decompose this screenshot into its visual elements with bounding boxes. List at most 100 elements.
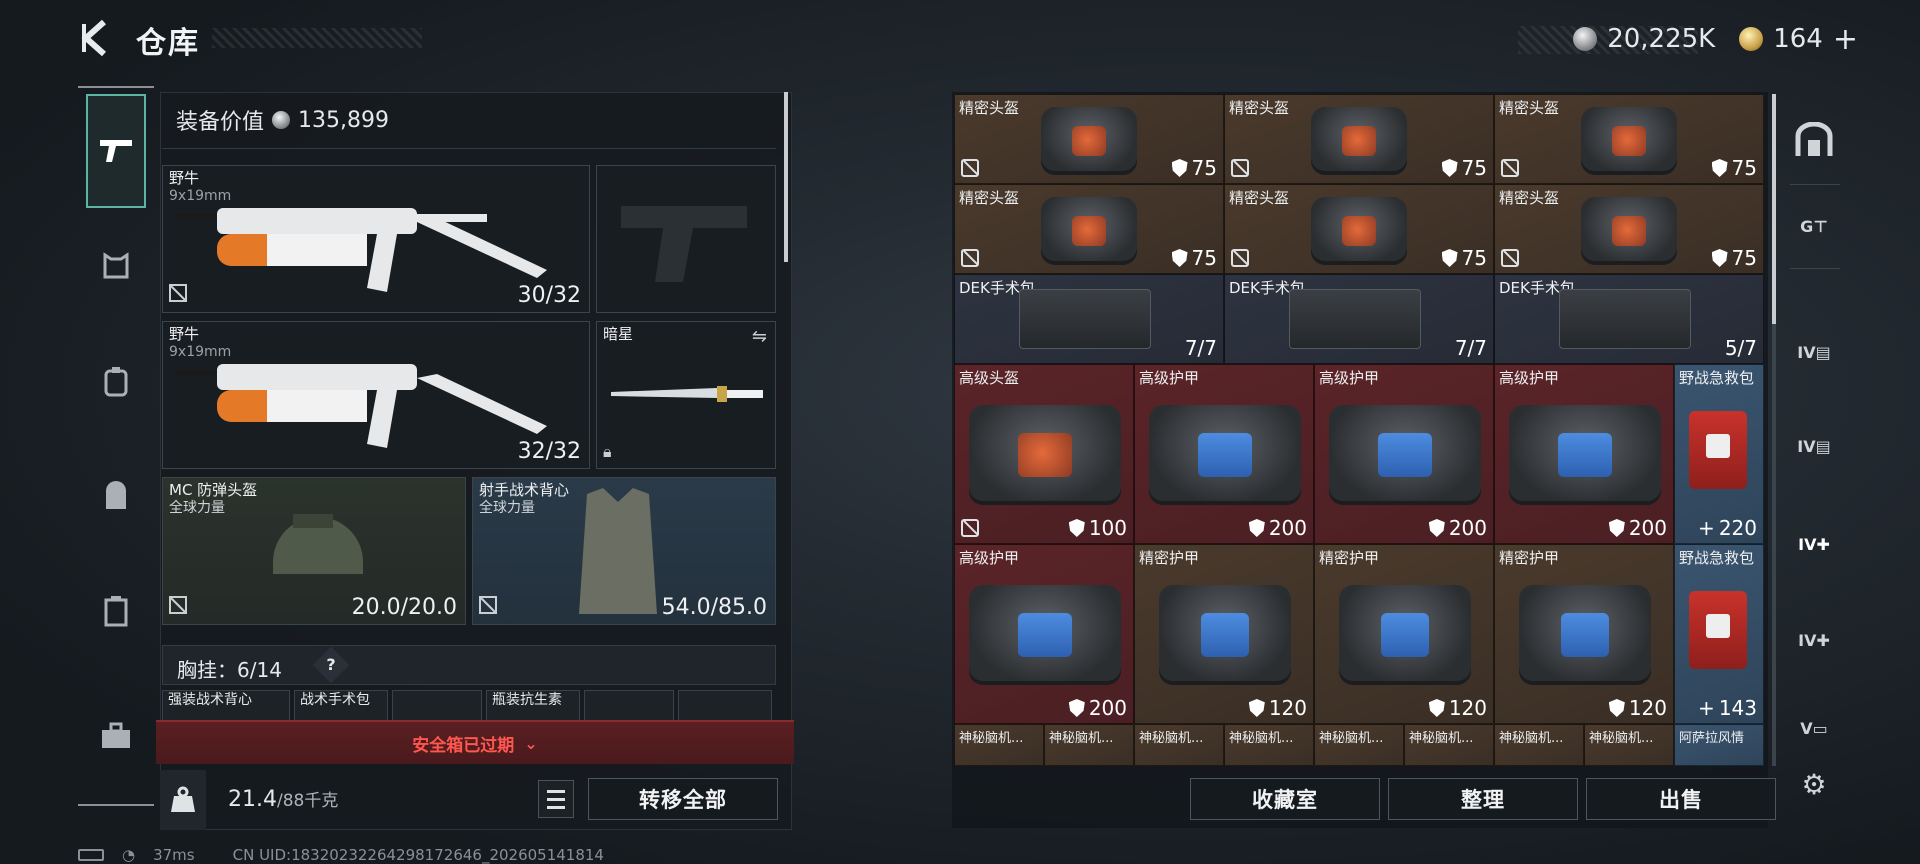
silver-amount: 20,225K — [1607, 24, 1716, 54]
stash-filter-nav: G⊤ IV▤ IV▤ IV✚ IV✚ V▭ ⚙ — [1780, 92, 1848, 832]
v-filter[interactable]: V▭ — [1790, 704, 1838, 752]
collection-room-button[interactable]: 收藏室 — [1190, 778, 1380, 820]
stash-item[interactable]: 神秘脑机... — [1224, 724, 1314, 766]
case-filter-2[interactable]: IV▤ — [1790, 422, 1838, 470]
stash-item[interactable]: 精密护甲 120 — [1134, 544, 1314, 724]
chest-slot-4[interactable]: 瓶装抗生素 — [486, 690, 580, 722]
armor-case-icon — [1329, 405, 1481, 505]
equipment-value: 装备价值 135,899 — [176, 104, 389, 136]
stash-item[interactable]: 精密头盔 75 — [1224, 94, 1494, 184]
safe-box-expired-bar[interactable]: 安全箱已过期 ⌄ — [156, 720, 794, 764]
equipment-scrollbar[interactable] — [784, 92, 788, 262]
vest-slot[interactable]: 射手战术背心 全球力量 54.0/85.0 — [472, 477, 776, 625]
gear-icon: ⚙ — [1801, 767, 1827, 801]
stash-item[interactable]: 神秘脑机... — [1134, 724, 1224, 766]
shield-icon — [1711, 249, 1728, 267]
gold-amount: 164 — [1773, 24, 1823, 54]
stash-item[interactable]: 神秘脑机... — [1494, 724, 1584, 766]
stash-item[interactable]: 神秘脑机... — [1314, 724, 1404, 766]
sell-button[interactable]: 出售 — [1586, 778, 1776, 820]
chest-slot-2[interactable]: 战术手术包 — [294, 690, 388, 722]
melee-slot[interactable]: 暗星 ⇋ 🔒︎ — [596, 321, 776, 469]
armor-case-icon — [1509, 405, 1661, 505]
stash-item[interactable]: 高级护甲 200 — [1494, 364, 1674, 544]
bizon-smg-icon — [177, 364, 547, 448]
stash-item[interactable]: 精密护甲 120 — [1494, 544, 1674, 724]
helmet-case-icon — [1041, 107, 1137, 175]
transfer-all-button[interactable]: 转移全部 — [588, 778, 778, 820]
help-button[interactable]: ? — [312, 646, 350, 684]
vest-durability: 54.0/85.0 — [661, 595, 767, 620]
stash-item[interactable]: 精密头盔 75 — [1224, 184, 1494, 274]
stash-item[interactable]: 精密护甲 120 — [1314, 544, 1494, 724]
safe-box-status: 安全箱已过期 — [412, 735, 515, 756]
helmet-case-icon — [1041, 197, 1137, 265]
stash-item[interactable]: 高级护甲 200 — [954, 544, 1134, 724]
nav-divider — [1790, 268, 1840, 269]
helmet-case-icon — [1581, 107, 1677, 175]
settings-button[interactable]: ⚙ — [1790, 760, 1838, 808]
stash-item[interactable]: 野战急救包 +220 — [1674, 364, 1764, 544]
primary-weapon-slot-1[interactable]: 野牛 9x19mm 30/32 — [162, 165, 590, 313]
stash-item[interactable]: 精密头盔 75 — [954, 184, 1224, 274]
pistol-silhouette-icon — [621, 206, 747, 282]
primary-weapon-slot-2[interactable]: 野牛 9x19mm 32/32 — [162, 321, 590, 469]
no-insure-icon — [479, 596, 497, 618]
stash-scrollbar[interactable] — [1772, 94, 1776, 766]
IV-case-icon: IV▤ — [1797, 342, 1831, 362]
nav-armor[interactable] — [86, 236, 146, 296]
IV-medkit-icon: IV✚ — [1798, 534, 1830, 554]
nav-backpack-rig[interactable] — [86, 351, 146, 411]
stash-item[interactable]: DEK手术包 5/7 — [1494, 274, 1764, 364]
nav-firearm[interactable] — [86, 94, 146, 208]
shield-icon — [1248, 519, 1265, 537]
swap-icon[interactable]: ⇋ — [752, 326, 767, 347]
stash-item[interactable]: 高级护甲 200 — [1314, 364, 1494, 544]
stash-grid: 精密头盔 75 精密头盔 75 精密头盔 75 精密头盔 75 精密头盔 75 … — [954, 94, 1766, 766]
stash-item[interactable]: 神秘脑机... — [1044, 724, 1134, 766]
nav-toolbox[interactable] — [86, 706, 146, 766]
no-insure-icon — [1501, 249, 1519, 267]
nav-case[interactable] — [86, 581, 146, 641]
surgery-kit-icon — [1559, 289, 1691, 349]
carry-weight: 21.4/88千克 — [228, 787, 339, 812]
pistol-slot[interactable] — [596, 165, 776, 313]
stash-item[interactable]: 神秘脑机... — [1404, 724, 1494, 766]
equipment-value-label: 装备价值 — [176, 110, 265, 135]
IV-medkit-icon: IV✚ — [1798, 630, 1830, 650]
stash-item[interactable]: DEK手术包 7/7 — [1224, 274, 1494, 364]
armor-plate-filter[interactable] — [1790, 116, 1838, 164]
ping: 37ms — [153, 846, 195, 864]
melee-name: 暗星 — [603, 325, 634, 343]
stash-item[interactable]: 高级护甲 200 — [1134, 364, 1314, 544]
add-gold-button[interactable]: + — [1833, 22, 1858, 57]
sort-button[interactable]: 整理 — [1388, 778, 1578, 820]
chest-slot-1[interactable]: 强装战术背心 — [162, 690, 290, 722]
stash-item[interactable]: DEK手术包 7/7 — [954, 274, 1224, 364]
stash-item[interactable]: 精密头盔 75 — [1494, 184, 1764, 274]
stash-item[interactable]: 阿萨拉风情 — [1674, 724, 1764, 766]
back-button[interactable] — [78, 18, 112, 58]
stash-item[interactable]: 精密头盔 75 — [1494, 94, 1764, 184]
medkit-filter-2[interactable]: IV✚ — [1790, 616, 1838, 664]
stash-item[interactable]: 神秘脑机... — [1584, 724, 1674, 766]
case-filter-1[interactable]: IV▤ — [1790, 328, 1838, 376]
armor-case-icon — [969, 585, 1121, 685]
nav-backpack[interactable] — [86, 466, 146, 526]
chest-slot-5[interactable] — [584, 690, 674, 722]
helmet-slot[interactable]: MC 防弹头盔 全球力量 20.0/20.0 — [162, 477, 466, 625]
stash-item[interactable]: 神秘脑机... — [954, 724, 1044, 766]
medkit-filter-1[interactable]: IV✚ — [1790, 520, 1838, 568]
chest-slot-3[interactable] — [392, 690, 482, 722]
list-view-button[interactable] — [538, 780, 574, 818]
chest-slot-6[interactable] — [678, 690, 772, 722]
stash-item[interactable]: 精密头盔 75 — [954, 94, 1224, 184]
stash-item[interactable]: 高级头盔 100 — [954, 364, 1134, 544]
helmet-case-icon — [1311, 107, 1407, 175]
shield-icon — [1428, 519, 1445, 537]
stash-item[interactable]: 野战急救包 +143 — [1674, 544, 1764, 724]
bizon-smg-icon — [177, 208, 547, 292]
shield-icon — [1441, 249, 1458, 267]
gear-filter[interactable]: G⊤ — [1790, 202, 1838, 250]
armor-icon — [103, 252, 129, 279]
